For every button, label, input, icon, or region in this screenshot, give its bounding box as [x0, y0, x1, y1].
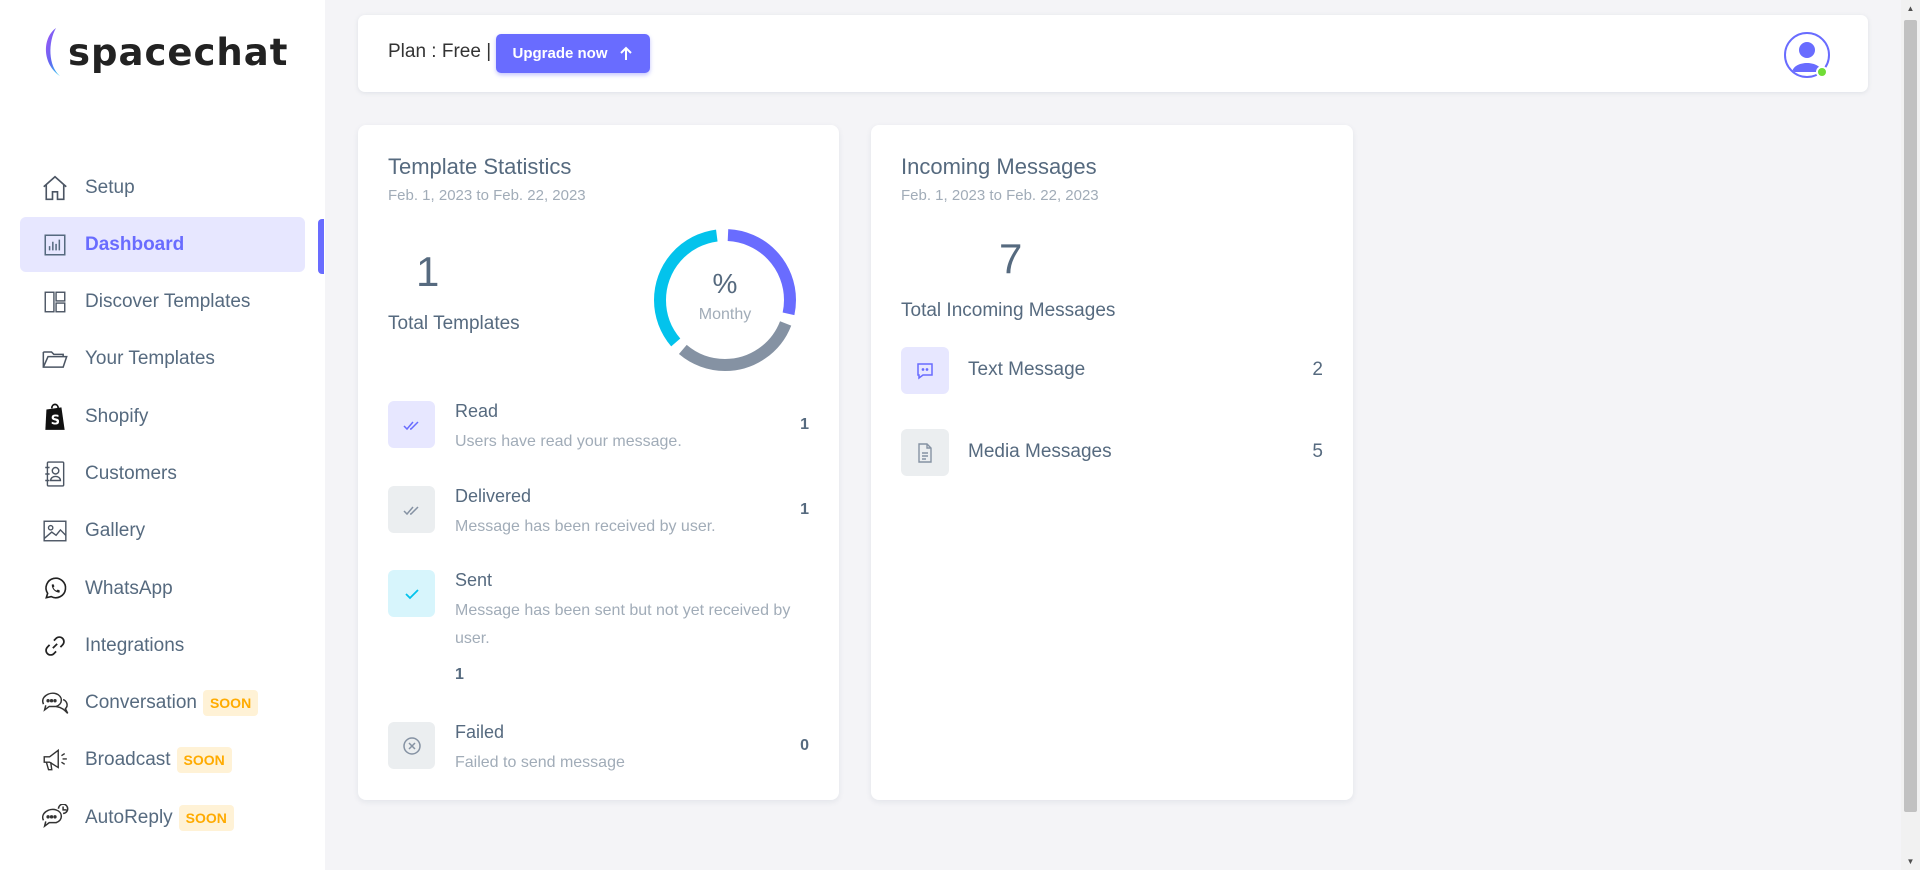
sidebar-item-whatsapp[interactable]: WhatsApp — [20, 561, 305, 616]
sidebar-item-gallery[interactable]: Gallery — [20, 504, 305, 559]
sidebar-item-label: Conversation — [85, 692, 197, 714]
upgrade-button-label: Upgrade now — [512, 45, 608, 62]
total-incoming-value: 7 — [999, 235, 1023, 282]
sidebar-menu: Setup Dashboard Discover Templates Your … — [20, 160, 305, 848]
chat-bubbles-icon — [40, 688, 70, 718]
logo-crescent-icon — [45, 28, 60, 76]
sidebar-item-autoreply[interactable]: AutoReply SOON — [20, 790, 305, 845]
template-statistics-card: Template Statistics Feb. 1, 2023 to Feb.… — [358, 125, 839, 800]
incoming-label: Media Messages — [968, 441, 1112, 462]
stat-value: 0 — [800, 737, 809, 754]
top-navbar: Plan : Free | Upgrade now — [358, 15, 1868, 92]
auto-reply-icon — [40, 803, 70, 833]
sidebar-item-label: Broadcast — [85, 749, 171, 771]
plan-label: Plan : Free | — [388, 41, 492, 62]
contact-book-icon — [40, 459, 70, 489]
svg-text:S: S — [51, 413, 60, 428]
sidebar-item-label: Discover Templates — [85, 291, 251, 313]
stat-title: Sent — [455, 570, 493, 590]
incoming-messages-card: Incoming Messages Feb. 1, 2023 to Feb. 2… — [871, 125, 1353, 800]
sidebar-item-label: Integrations — [85, 634, 185, 656]
donut-sub-label: Monthy — [698, 306, 752, 323]
file-icon — [901, 429, 949, 476]
sidebar-item-shopify[interactable]: S Shopify — [20, 389, 305, 444]
link-icon — [40, 631, 70, 661]
soon-badge: SOON — [176, 747, 232, 774]
layout-icon — [40, 287, 70, 317]
brand-logo[interactable]: spacechat — [40, 24, 288, 80]
stat-desc: Message has been sent but not yet receiv… — [455, 602, 791, 647]
total-templates-label: Total Templates — [388, 313, 520, 334]
scroll-up-arrow-icon[interactable]: ▲ — [1901, 0, 1920, 17]
stat-title: Delivered — [455, 486, 532, 506]
folder-open-icon — [40, 344, 70, 374]
bar-chart-icon — [40, 230, 70, 260]
sidebar-item-broadcast[interactable]: Broadcast SOON — [20, 733, 305, 788]
sidebar-item-label: Customers — [85, 462, 177, 484]
sidebar-item-label: AutoReply — [85, 806, 173, 828]
sidebar-item-label: Shopify — [85, 405, 149, 427]
incoming-value: 5 — [1312, 441, 1323, 462]
date-range: Feb. 1, 2023 to Feb. 22, 2023 — [901, 187, 1099, 204]
sidebar-item-discover-templates[interactable]: Discover Templates — [20, 275, 305, 330]
donut-center-label: % — [712, 268, 738, 299]
sidebar-item-label: Your Templates — [85, 348, 215, 370]
incoming-value: 2 — [1312, 359, 1323, 380]
arrow-up-icon — [619, 46, 632, 60]
sidebar-item-setup[interactable]: Setup — [20, 160, 305, 215]
total-incoming-label: Total Incoming Messages — [901, 300, 1116, 321]
sidebar-item-customers[interactable]: Customers — [20, 446, 305, 501]
scroll-down-arrow-icon[interactable]: ▼ — [1901, 853, 1920, 870]
card-title: Incoming Messages — [901, 154, 1097, 179]
home-icon — [40, 173, 70, 203]
stat-desc: Users have read your message. — [455, 433, 682, 450]
whatsapp-icon — [40, 574, 70, 604]
card-title: Template Statistics — [388, 154, 572, 179]
double-check-icon — [388, 486, 435, 533]
page-scrollbar[interactable]: ▲ ▼ — [1901, 0, 1920, 870]
sidebar-item-label: WhatsApp — [85, 577, 173, 599]
soon-badge: SOON — [178, 804, 234, 831]
scroll-thumb[interactable] — [1904, 20, 1917, 812]
date-range: Feb. 1, 2023 to Feb. 22, 2023 — [388, 187, 586, 204]
incoming-row-media: Media Messages 5 — [901, 429, 1323, 476]
stat-desc: Message has been received by user. — [455, 518, 716, 535]
brand-name: spacechat — [68, 30, 289, 74]
total-templates-value: 1 — [416, 248, 440, 295]
incoming-label: Text Message — [968, 359, 1086, 380]
sidebar-item-label: Setup — [85, 176, 135, 198]
stat-title: Failed — [455, 722, 505, 742]
stat-value: 1 — [800, 416, 809, 433]
donut-chart — [654, 229, 796, 371]
soon-badge: SOON — [202, 690, 259, 717]
incoming-row-text: Text Message 2 — [901, 347, 1323, 394]
stat-value: 1 — [800, 501, 809, 518]
shopify-icon: S — [40, 402, 70, 432]
active-indicator — [318, 219, 324, 274]
check-icon — [388, 570, 435, 617]
stat-title: Read — [455, 401, 499, 421]
sidebar-item-your-templates[interactable]: Your Templates — [20, 332, 305, 387]
megaphone-icon — [40, 745, 70, 775]
double-check-icon — [388, 401, 435, 448]
online-status-dot — [1816, 66, 1828, 78]
sidebar-item-integrations[interactable]: Integrations — [20, 618, 305, 673]
stat-value: 1 — [455, 666, 464, 683]
sidebar-item-label: Dashboard — [85, 233, 185, 255]
x-circle-icon — [388, 722, 435, 769]
sidebar-item-conversation[interactable]: Conversation SOON — [20, 676, 305, 731]
stat-desc: Failed to send message — [455, 754, 625, 771]
message-dots-icon — [901, 347, 949, 394]
upgrade-button[interactable]: Upgrade now — [496, 34, 650, 73]
sidebar-item-label: Gallery — [85, 520, 146, 542]
sidebar: spacechat Setup Dashboard Discover Templ… — [0, 0, 325, 870]
sidebar-item-dashboard[interactable]: Dashboard — [20, 217, 305, 273]
image-icon — [40, 516, 70, 546]
